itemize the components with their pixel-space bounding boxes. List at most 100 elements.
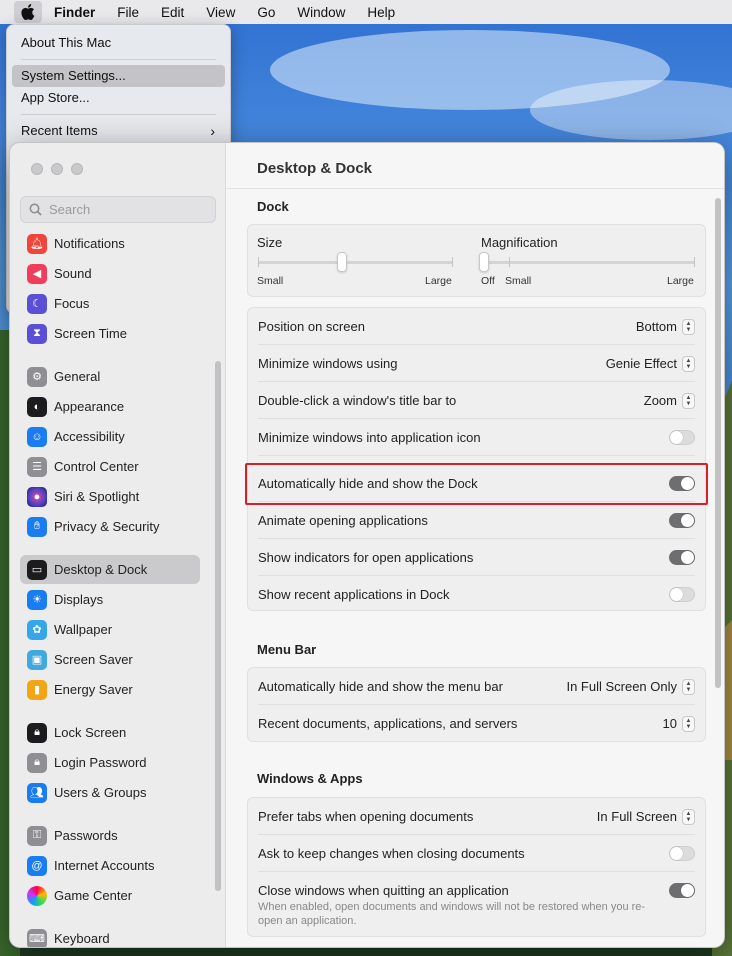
magnification-off-label: Off: [481, 275, 495, 287]
game-center-icon: [27, 885, 47, 906]
menu-view[interactable]: View: [206, 5, 235, 20]
about-this-mac-item[interactable]: About This Mac: [12, 32, 225, 54]
chevron-right-icon: ›: [210, 123, 215, 139]
toggle-knob: [681, 514, 694, 527]
ask-keep-changes-toggle[interactable]: [669, 846, 695, 861]
sidebar-item-sound[interactable]: ◀︎ Sound: [20, 259, 200, 288]
sidebar-item-appearance[interactable]: ◐ Appearance: [20, 392, 200, 421]
sidebar-item-lock-screen[interactable]: 🔒︎ Lock Screen: [20, 718, 200, 747]
toggle-knob: [670, 847, 683, 860]
sidebar-item-accessibility[interactable]: ☺︎ Accessibility: [20, 422, 200, 451]
system-settings-item[interactable]: System Settings...: [12, 65, 225, 87]
sidebar-item-label: Desktop & Dock: [54, 562, 148, 577]
control-center-icon: ☰: [27, 456, 47, 477]
magnification-slider-block: Magnification Off Small Large: [472, 225, 704, 295]
recent-items-item[interactable]: Recent Items ›: [12, 120, 225, 142]
show-recent-apps-toggle[interactable]: [669, 587, 695, 602]
animate-opening-toggle[interactable]: [669, 513, 695, 528]
prefer-tabs-label: Prefer tabs when opening documents: [258, 809, 474, 824]
gear-icon: ⚙︎: [27, 366, 47, 387]
accessibility-icon: ☺︎: [27, 426, 47, 447]
menu-finder[interactable]: Finder: [54, 5, 95, 20]
row-double-click-title-bar: Double-click a window's title bar to Zoo…: [248, 382, 705, 419]
position-popup[interactable]: Bottom ▲ ▼: [636, 318, 695, 335]
position-label: Position on screen: [258, 319, 365, 334]
sidebar-item-label: Keyboard: [54, 931, 110, 946]
app-store-item[interactable]: App Store...: [12, 87, 225, 109]
minimize-using-value: Genie Effect: [605, 356, 677, 371]
size-slider-thumb[interactable]: [336, 252, 347, 272]
sidebar-item-game-center[interactable]: Game Center: [20, 881, 200, 910]
menu-file[interactable]: File: [117, 5, 139, 20]
sidebar-item-siri-spotlight[interactable]: ● Siri & Spotlight: [20, 482, 200, 511]
magnification-slider-thumb[interactable]: [479, 252, 489, 272]
slider-tick: [452, 257, 453, 267]
close-windows-text: Close windows when quitting an applicati…: [258, 883, 663, 928]
sidebar-item-energy-saver[interactable]: ▮ Energy Saver: [20, 675, 200, 704]
sidebar-item-focus[interactable]: ☾ Focus: [20, 289, 200, 318]
section-heading-dock: Dock: [257, 199, 289, 214]
ask-keep-changes-label: Ask to keep changes when closing documen…: [258, 846, 525, 861]
sidebar-item-login-password[interactable]: 🔒︎ Login Password: [20, 748, 200, 777]
sidebar-item-screen-time[interactable]: ⧗ Screen Time: [20, 319, 200, 348]
search-field[interactable]: [20, 196, 216, 223]
menu-go[interactable]: Go: [257, 5, 275, 20]
apple-logo-icon[interactable]: [14, 1, 42, 23]
stepper-icon: ▲ ▼: [682, 355, 695, 372]
close-window-button[interactable]: [31, 163, 43, 175]
section-heading-windows-apps: Windows & Apps: [257, 771, 363, 786]
close-windows-label: Close windows when quitting an applicati…: [258, 883, 509, 898]
sidebar-item-label: Siri & Spotlight: [54, 489, 140, 504]
sidebar-item-wallpaper[interactable]: ✿ Wallpaper: [20, 615, 200, 644]
minimize-using-label: Minimize windows using: [258, 356, 398, 371]
sidebar-item-label: Screen Time: [54, 326, 127, 341]
sidebar-item-users-groups[interactable]: 👥︎ Users & Groups: [20, 778, 200, 807]
windows-apps-group: Prefer tabs when opening documents In Fu…: [247, 797, 706, 937]
sidebar-item-keyboard[interactable]: ⌨︎ Keyboard: [20, 924, 200, 947]
search-input[interactable]: [49, 202, 199, 217]
autohide-menu-bar-popup[interactable]: In Full Screen Only ▲ ▼: [566, 678, 695, 695]
sidebar-item-displays[interactable]: ☀︎ Displays: [20, 585, 200, 614]
stepper-icon: ▲ ▼: [682, 678, 695, 695]
sidebar-item-control-center[interactable]: ☰ Control Center: [20, 452, 200, 481]
sidebar-item-general[interactable]: ⚙︎ General: [20, 362, 200, 391]
magnification-slider-track[interactable]: [484, 261, 695, 264]
menu-help[interactable]: Help: [367, 5, 395, 20]
sidebar-item-label: Lock Screen: [54, 725, 127, 740]
sidebar-item-label: Focus: [54, 296, 90, 311]
sidebar-item-internet-accounts[interactable]: @ Internet Accounts: [20, 851, 200, 880]
sidebar-item-passwords[interactable]: ⚿ Passwords: [20, 821, 200, 850]
minimize-into-icon-toggle[interactable]: [669, 430, 695, 445]
sidebar-list: 🔔︎ Notifications ◀︎ Sound ☾ Focus ⧗ Scre…: [10, 229, 225, 947]
menu-edit[interactable]: Edit: [161, 5, 184, 20]
show-indicators-toggle[interactable]: [669, 550, 695, 565]
double-click-popup[interactable]: Zoom ▲ ▼: [643, 392, 695, 409]
menu-window[interactable]: Window: [297, 5, 345, 20]
sidebar-item-label: Screen Saver: [54, 652, 133, 667]
zoom-window-button[interactable]: [71, 163, 83, 175]
sidebar-item-notifications[interactable]: 🔔︎ Notifications: [20, 229, 200, 258]
dock-size-magnification-group: Size Small Large Magnification Off Small…: [247, 224, 706, 297]
toggle-knob: [681, 551, 694, 564]
double-click-value: Zoom: [643, 393, 677, 408]
content-scrollbar[interactable]: [715, 198, 721, 688]
recent-documents-popup[interactable]: 10 ▲ ▼: [663, 715, 695, 732]
minimize-using-popup[interactable]: Genie Effect ▲ ▼: [605, 355, 695, 372]
at-icon: @: [27, 855, 47, 876]
flower-icon: ✿: [27, 619, 47, 640]
row-ask-keep-changes: Ask to keep changes when closing documen…: [248, 835, 705, 872]
row-show-indicators: Show indicators for open applications: [248, 539, 705, 576]
minimize-window-button[interactable]: [51, 163, 63, 175]
battery-icon: ▮: [27, 679, 47, 700]
sidebar-item-desktop-dock[interactable]: ▭ Desktop & Dock: [20, 555, 200, 584]
sidebar-scrollbar[interactable]: [215, 361, 221, 891]
dock-options-group: Position on screen Bottom ▲ ▼ Minimize win…: [247, 307, 706, 611]
sidebar-item-screen-saver[interactable]: ▣ Screen Saver: [20, 645, 200, 674]
size-slider-track[interactable]: [258, 261, 453, 264]
prefer-tabs-popup[interactable]: In Full Screen ▲ ▼: [597, 808, 695, 825]
sidebar-item-privacy-security[interactable]: ✋︎ Privacy & Security: [20, 512, 200, 541]
close-windows-toggle[interactable]: [669, 883, 695, 898]
size-slider-block: Size Small Large: [248, 225, 468, 295]
lock-icon: 🔒︎: [27, 722, 47, 743]
menu-separator: [21, 59, 216, 60]
